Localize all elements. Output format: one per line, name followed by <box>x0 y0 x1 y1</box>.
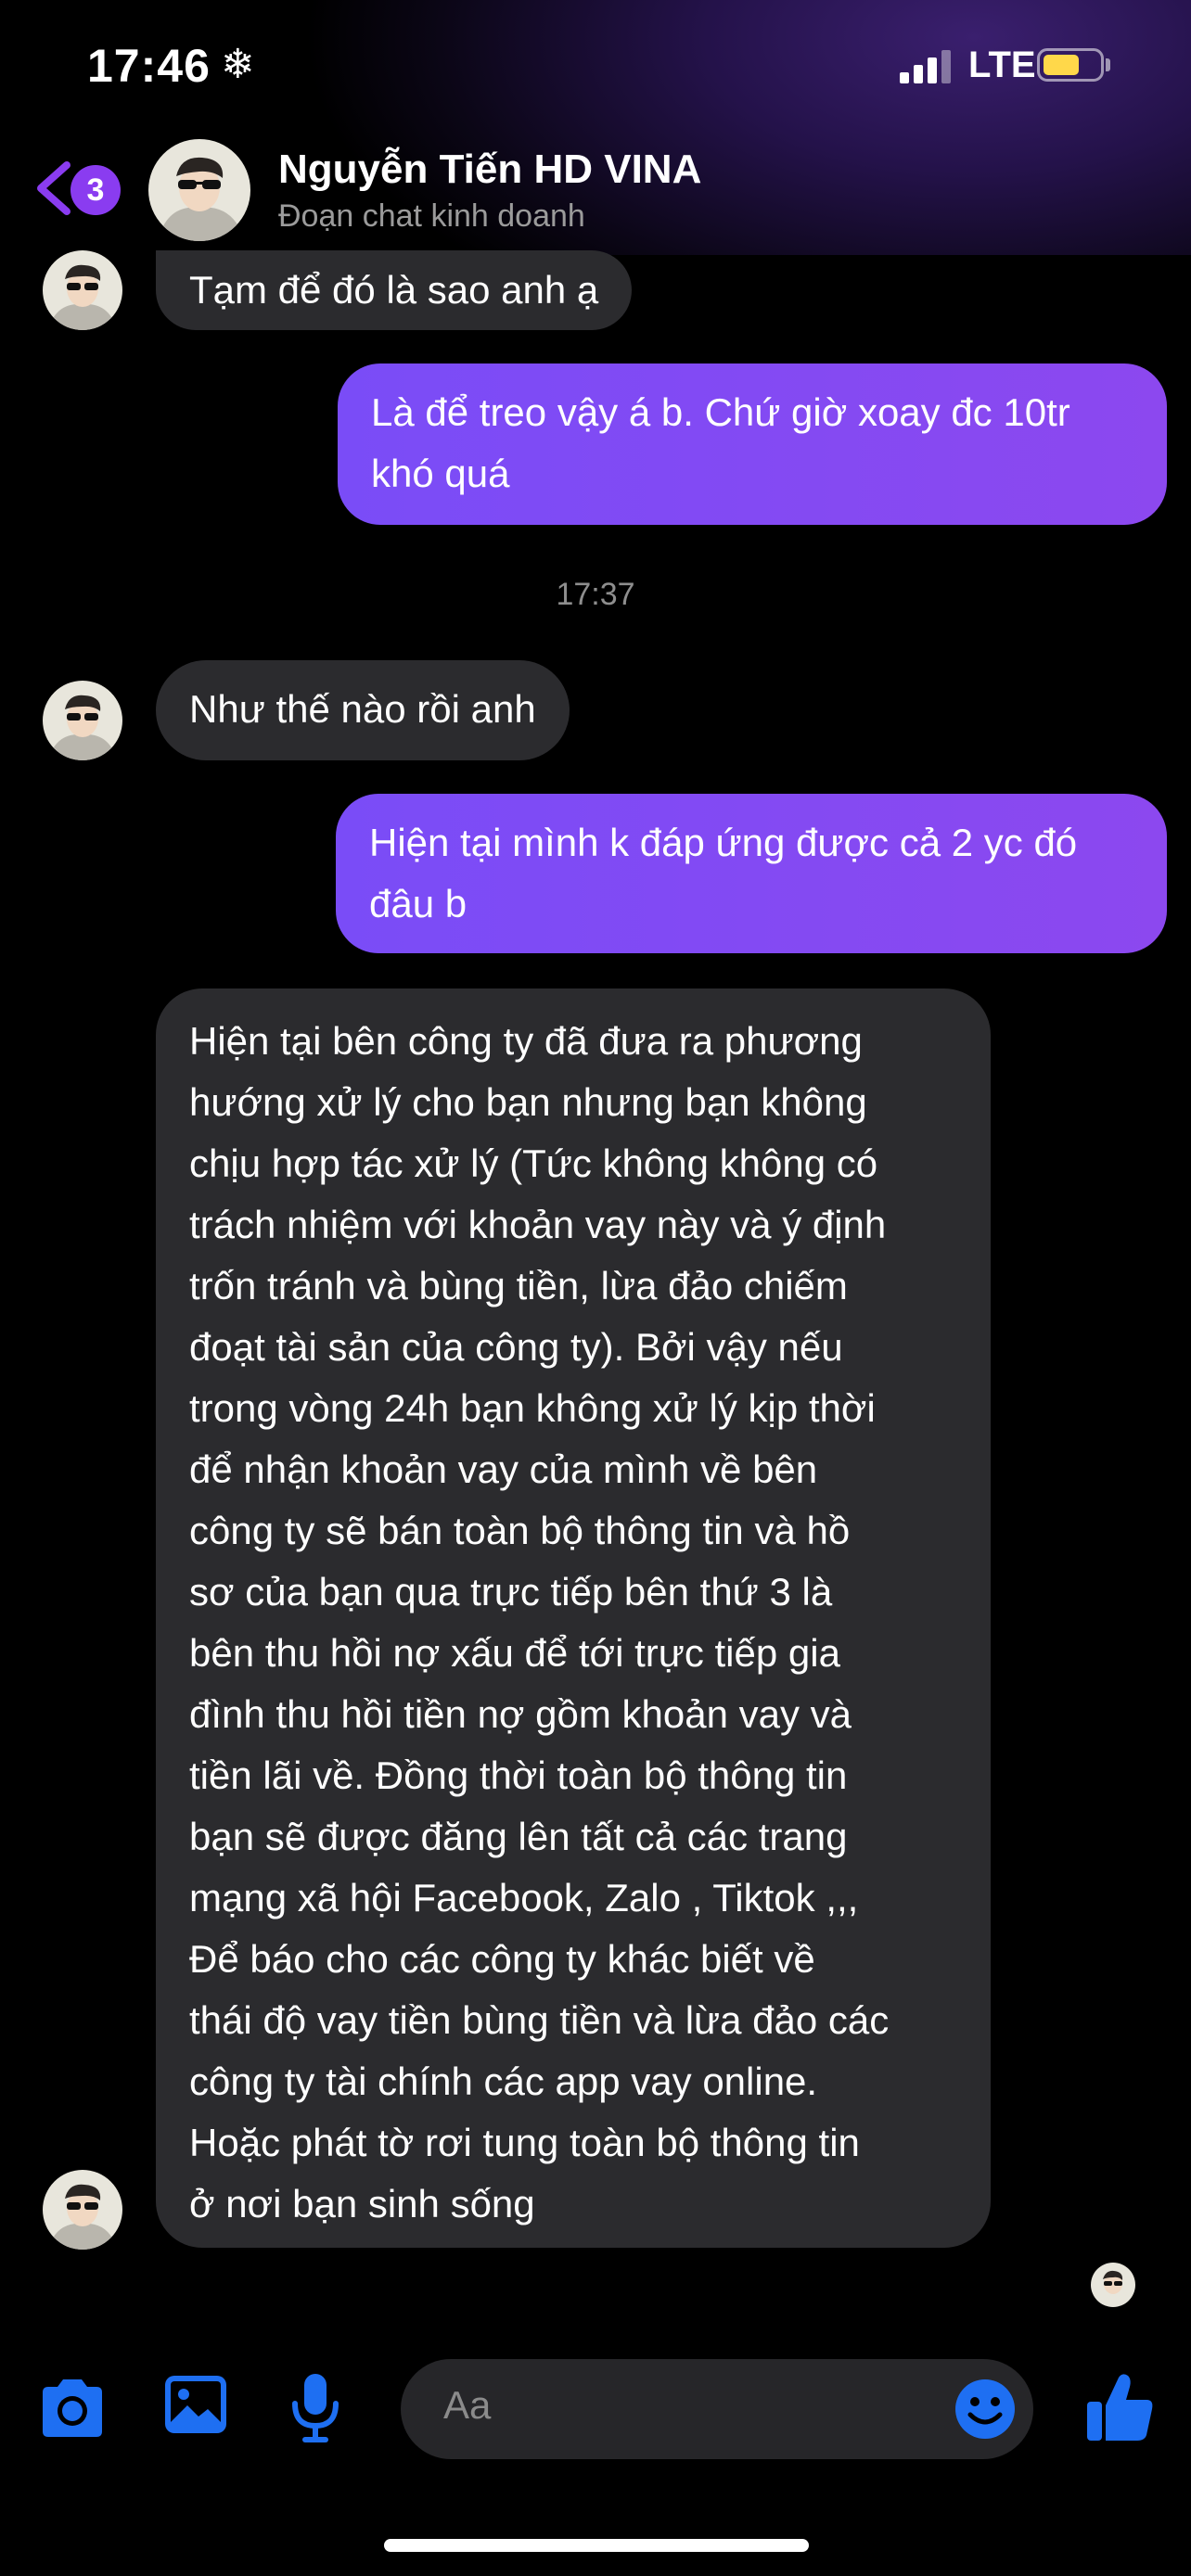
message-incoming[interactable]: Tạm để đó là sao anh ạ <box>156 250 633 330</box>
sender-avatar[interactable] <box>43 250 122 330</box>
microphone-icon[interactable] <box>289 2372 341 2446</box>
sender-avatar[interactable] <box>43 2170 122 2250</box>
message-text-line: Là để treo vậy á b. Chứ giờ xoay đc 10tr <box>371 390 1070 434</box>
message-text: Như thế nào rồi anh <box>189 687 536 731</box>
message-text-line: sơ của bạn qua trực tiếp bên thứ 3 là <box>189 1570 833 1613</box>
message-text-line: bạn sẽ được đăng lên tất cả các trang <box>189 1815 848 1858</box>
thumbs-up-icon[interactable] <box>1085 2370 1154 2444</box>
message-text-line: đoạt tài sản của công ty). Bởi vậy nếu <box>189 1325 843 1369</box>
message-text-line: tiền lãi về. Đồng thời toàn bộ thông tin <box>189 1753 848 1797</box>
sender-avatar[interactable] <box>43 681 122 760</box>
emoji-icon[interactable] <box>954 2378 1017 2441</box>
message-incoming-long[interactable]: Hiện tại bên công ty đã đưa ra phương hư… <box>156 988 991 2248</box>
battery-icon <box>1037 48 1104 82</box>
camera-icon[interactable] <box>35 2376 109 2441</box>
battery-nub <box>1106 58 1110 71</box>
message-text-line: bên thu hồi nợ xấu để tới trực tiếp gia <box>189 1631 840 1675</box>
message-input[interactable] <box>401 2359 1033 2459</box>
message-text-line: trách nhiệm với khoản vay này và ý định <box>189 1203 887 1246</box>
message-text-line: trốn tránh và bùng tiền, lừa đảo chiếm <box>189 1264 848 1307</box>
message-timestamp: 17:37 <box>556 577 635 612</box>
message-text-line: công ty tài chính các app vay online. <box>189 2060 818 2103</box>
message-text-line: Hiện tại mình k đáp ứng được cả 2 yc đó <box>369 821 1078 864</box>
chat-subtitle: Đoạn chat kinh doanh <box>278 198 585 234</box>
message-text-line: Để báo cho các công ty khác biết về <box>189 1937 815 1981</box>
message-text-line: đâu b <box>369 882 467 925</box>
message-text-line: để nhận khoản vay của mình về bên <box>189 1447 818 1491</box>
message-text-line: công ty sẽ bán toàn bộ thông tin và hồ <box>189 1509 851 1552</box>
snowflake-icon: ❄ <box>221 42 255 87</box>
network-label: LTE <box>968 45 1036 85</box>
message-text-line: hướng xử lý cho bạn nhưng bạn không <box>189 1080 867 1124</box>
signal-icon <box>900 50 954 83</box>
message-outgoing[interactable]: Hiện tại mình k đáp ứng được cả 2 yc đó … <box>336 794 1167 953</box>
message-text: Tạm để đó là sao anh ạ <box>189 268 599 312</box>
unread-badge[interactable]: 3 <box>70 165 121 215</box>
image-icon[interactable] <box>163 2374 228 2435</box>
message-text-line: thái độ vay tiền bùng tiền và lừa đảo cá… <box>189 1998 890 2042</box>
message-text-line: ở nơi bạn sinh sống <box>189 2182 535 2225</box>
seen-avatar <box>1091 2263 1135 2307</box>
message-incoming[interactable]: Như thế nào rồi anh <box>156 660 570 760</box>
home-indicator[interactable] <box>384 2539 809 2552</box>
message-text-line: Hoặc phát tờ rơi tung toàn bộ thông tin <box>189 2121 860 2164</box>
message-input-placeholder[interactable]: Aa <box>443 2383 491 2428</box>
contact-name[interactable]: Nguyễn Tiến HD VINA <box>278 147 701 193</box>
message-text-line: đình thu hồi tiền nợ gồm khoản vay và <box>189 1692 852 1736</box>
message-text-line: khó quá <box>371 452 510 495</box>
message-text-line: chịu hợp tác xử lý (Tức không không có <box>189 1141 878 1185</box>
message-text-line: Hiện tại bên công ty đã đưa ra phương <box>189 1019 863 1063</box>
message-text-line: trong vòng 24h bạn không xử lý kịp thời <box>189 1386 876 1430</box>
message-text-line: mạng xã hội Facebook, Zalo , Tiktok ,,, <box>189 1876 859 1919</box>
status-time: 17:46 <box>87 40 211 92</box>
message-outgoing[interactable]: Là để treo vậy á b. Chứ giờ xoay đc 10tr… <box>338 363 1167 525</box>
contact-avatar[interactable] <box>148 139 250 241</box>
